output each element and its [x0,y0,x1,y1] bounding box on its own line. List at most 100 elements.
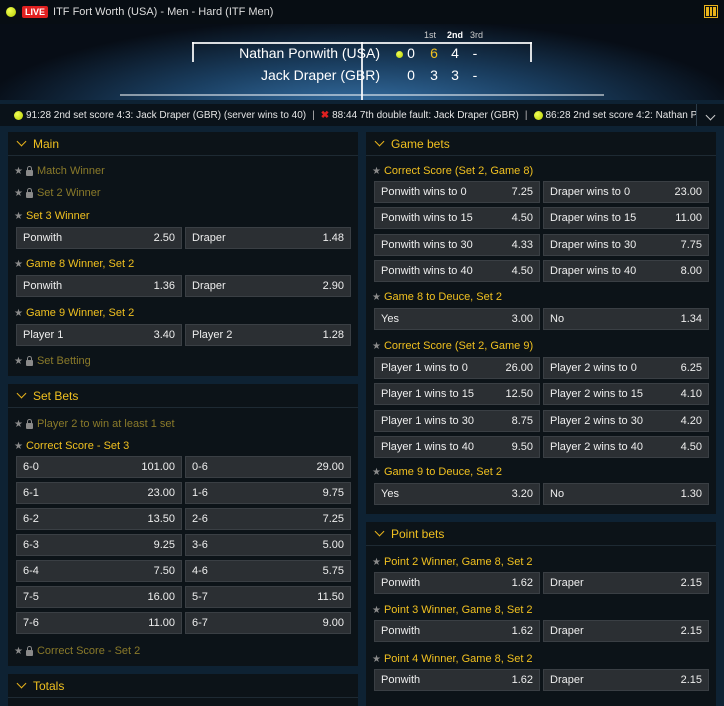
match-winner-market[interactable]: ★ Match Winner [14,165,105,177]
odds-button[interactable]: 7-6 11.00 [16,612,182,634]
odds-button[interactable]: Ponwith 1.62 [374,669,540,691]
player-1-name: Nathan Ponwith (USA) [239,45,380,61]
odds-button[interactable]: 5-7 11.50 [185,586,351,608]
set-bets-header[interactable]: Set Bets [8,384,358,408]
player-1-points: 0 [407,45,415,61]
odds-button[interactable]: 6-1 23.00 [16,482,182,504]
game8-deuce-market[interactable]: ★ Game 8 to Deuce, Set 2 [372,291,502,303]
odds-label: 6-1 [23,487,39,499]
player-1-set-3: - [472,45,478,61]
serve-indicator-icon [396,51,403,58]
odds-button[interactable]: 3-6 5.00 [185,534,351,556]
odds-button[interactable]: Player 2 wins to 15 4.10 [543,383,709,406]
odds-button[interactable]: Draper 2.15 [543,620,709,642]
odds-button[interactable]: 4-6 5.75 [185,560,351,582]
odds-label: Ponwith wins to 40 [381,264,473,277]
odds-price: 16.00 [147,591,175,603]
odds-button[interactable]: Draper wins to 15 11.00 [543,207,709,230]
correct-score-game8-market[interactable]: ★ Correct Score (Set 2, Game 8) [372,165,533,177]
odds-button[interactable]: Yes 3.20 [374,483,540,505]
odds-label: 6-2 [23,513,39,525]
odds-button[interactable]: Draper 2.15 [543,572,709,594]
odds-button[interactable]: 6-4 7.50 [16,560,182,582]
totals-header[interactable]: Totals [8,674,358,698]
correct-score-set3-market[interactable]: ★ Correct Score - Set 3 [14,440,129,452]
game9-deuce-market[interactable]: ★ Game 9 to Deuce, Set 2 [372,466,502,478]
odds-button[interactable]: Ponwith 1.62 [374,572,540,594]
correct-score-game9-market[interactable]: ★ Correct Score (Set 2, Game 9) [372,340,533,352]
odds-button[interactable]: Ponwith wins to 0 7.25 [374,181,540,203]
top-bar: LIVE ITF Fort Worth (USA) - Men - Hard (… [0,0,724,24]
set-header-3: 3rd [470,30,484,40]
point3-winner-market[interactable]: ★ Point 3 Winner, Game 8, Set 2 [372,604,533,616]
odds-price: 11.50 [317,591,344,603]
odds-label: Player 2 wins to 30 [550,414,643,427]
set2-winner-market[interactable]: ★ Set 2 Winner [14,187,101,199]
odds-button[interactable]: Player 2 wins to 40 4.50 [543,435,709,458]
odds-button[interactable]: No 1.30 [543,483,709,505]
odds-button[interactable]: Player 1 wins to 0 26.00 [374,357,540,379]
game9-winner-market[interactable]: ★ Game 9 Winner, Set 2 [14,307,134,319]
odds-button[interactable]: Ponwith wins to 40 4.50 [374,259,540,282]
odds-button[interactable]: Ponwith 2.50 [16,227,182,249]
odds-button[interactable]: Draper 2.15 [543,669,709,691]
odds-button[interactable]: Player 1 3.40 [16,324,182,346]
set-betting-market[interactable]: ★ Set Betting [14,355,91,367]
odds-button[interactable]: Draper wins to 40 8.00 [543,259,709,282]
odds-button[interactable]: 6-7 9.00 [185,612,351,634]
panel-title: Main [33,136,60,151]
odds-button[interactable]: 2-6 7.25 [185,508,351,530]
point-bets-header[interactable]: Point bets [366,522,716,546]
point4-winner-market[interactable]: ★ Point 4 Winner, Game 8, Set 2 [372,653,533,665]
odds-button[interactable]: Player 2 1.28 [185,324,351,346]
odds-label: Draper wins to 0 [550,186,631,198]
odds-button[interactable]: Ponwith wins to 30 4.33 [374,233,540,256]
odds-label: 7-5 [23,591,39,603]
odds-button[interactable]: 0-6 29.00 [185,456,351,478]
odds-button[interactable]: Yes 3.00 [374,308,540,330]
odds-button[interactable]: Ponwith 1.36 [16,275,182,297]
odds-button[interactable]: Draper 2.90 [185,275,351,297]
odds-button[interactable]: Draper 1.48 [185,227,351,249]
odds-price: 6.25 [680,362,702,374]
odds-button[interactable]: No 1.34 [543,308,709,330]
star-icon: ★ [372,291,381,303]
odds-button[interactable]: 7-5 16.00 [16,586,182,608]
event-ticker: 91:28 2nd set score 4:3: Jack Draper (GB… [0,104,724,126]
main-header[interactable]: Main [8,132,358,156]
star-icon: ★ [372,165,381,177]
game8-winner-market[interactable]: ★ Game 8 Winner, Set 2 [14,258,134,270]
odds-button[interactable]: Draper wins to 30 7.75 [543,233,709,256]
odds-label: Player 2 wins to 40 [550,440,643,453]
odds-button[interactable]: Player 2 wins to 30 4.20 [543,409,709,432]
odds-price: 4.20 [680,414,702,427]
point2-winner-market[interactable]: ★ Point 2 Winner, Game 8, Set 2 [372,556,533,568]
odds-label: Player 1 wins to 40 [381,440,474,453]
odds-button[interactable]: Ponwith wins to 15 4.50 [374,207,540,230]
correct-score-set2-market[interactable]: ★ Correct Score - Set 2 [14,645,140,657]
p2-one-set-market[interactable]: ★ Player 2 to win at least 1 set [14,418,175,430]
odds-price: 13.50 [147,513,175,525]
player-1-set-2: 4 [451,45,459,61]
odds-button[interactable]: 6-0 101.00 [16,456,182,478]
odds-button[interactable]: 6-2 13.50 [16,508,182,530]
odds-button[interactable]: Draper wins to 0 23.00 [543,181,709,203]
odds-button[interactable]: Player 1 wins to 30 8.75 [374,409,540,432]
odds-button[interactable]: Player 1 wins to 15 12.50 [374,383,540,406]
star-icon: ★ [14,418,23,430]
odds-label: Draper wins to 30 [550,238,637,251]
odds-button[interactable]: Player 2 wins to 0 6.25 [543,357,709,379]
game-bets-header[interactable]: Game bets [366,132,716,156]
ticker-expand-button[interactable] [696,104,724,126]
odds-button[interactable]: Player 1 wins to 40 9.50 [374,435,540,458]
lock-icon [25,645,33,656]
stats-icon[interactable] [704,5,718,18]
odds-price: 101.00 [141,461,175,473]
odds-button[interactable]: 6-3 9.25 [16,534,182,556]
odds-label: Ponwith wins to 30 [381,238,473,251]
odds-button[interactable]: 1-6 9.75 [185,482,351,504]
odds-label: Player 1 wins to 15 [381,388,474,401]
set3-winner-market[interactable]: ★ Set 3 Winner [14,210,90,222]
live-badge: LIVE [22,6,49,18]
odds-button[interactable]: Ponwith 1.62 [374,620,540,642]
